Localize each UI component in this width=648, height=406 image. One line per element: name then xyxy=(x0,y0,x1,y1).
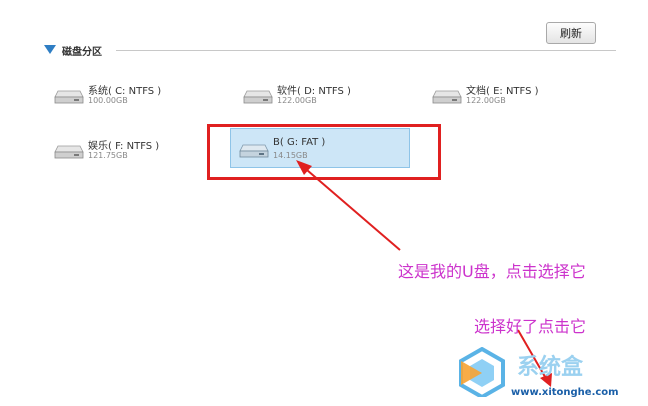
brand-logo-icon xyxy=(459,347,505,397)
brand-text: 系统盒 xyxy=(517,355,584,380)
arrow-to-usb-drive xyxy=(299,163,401,251)
watermark: 系统盒 www.xitonghe.com xyxy=(455,345,640,403)
brand-url: www.xitonghe.com xyxy=(511,387,619,398)
annotation-usb-note: 这是我的U盘，点击选择它 xyxy=(398,262,586,281)
annotation-click-note: 选择好了点击它 xyxy=(474,317,587,336)
